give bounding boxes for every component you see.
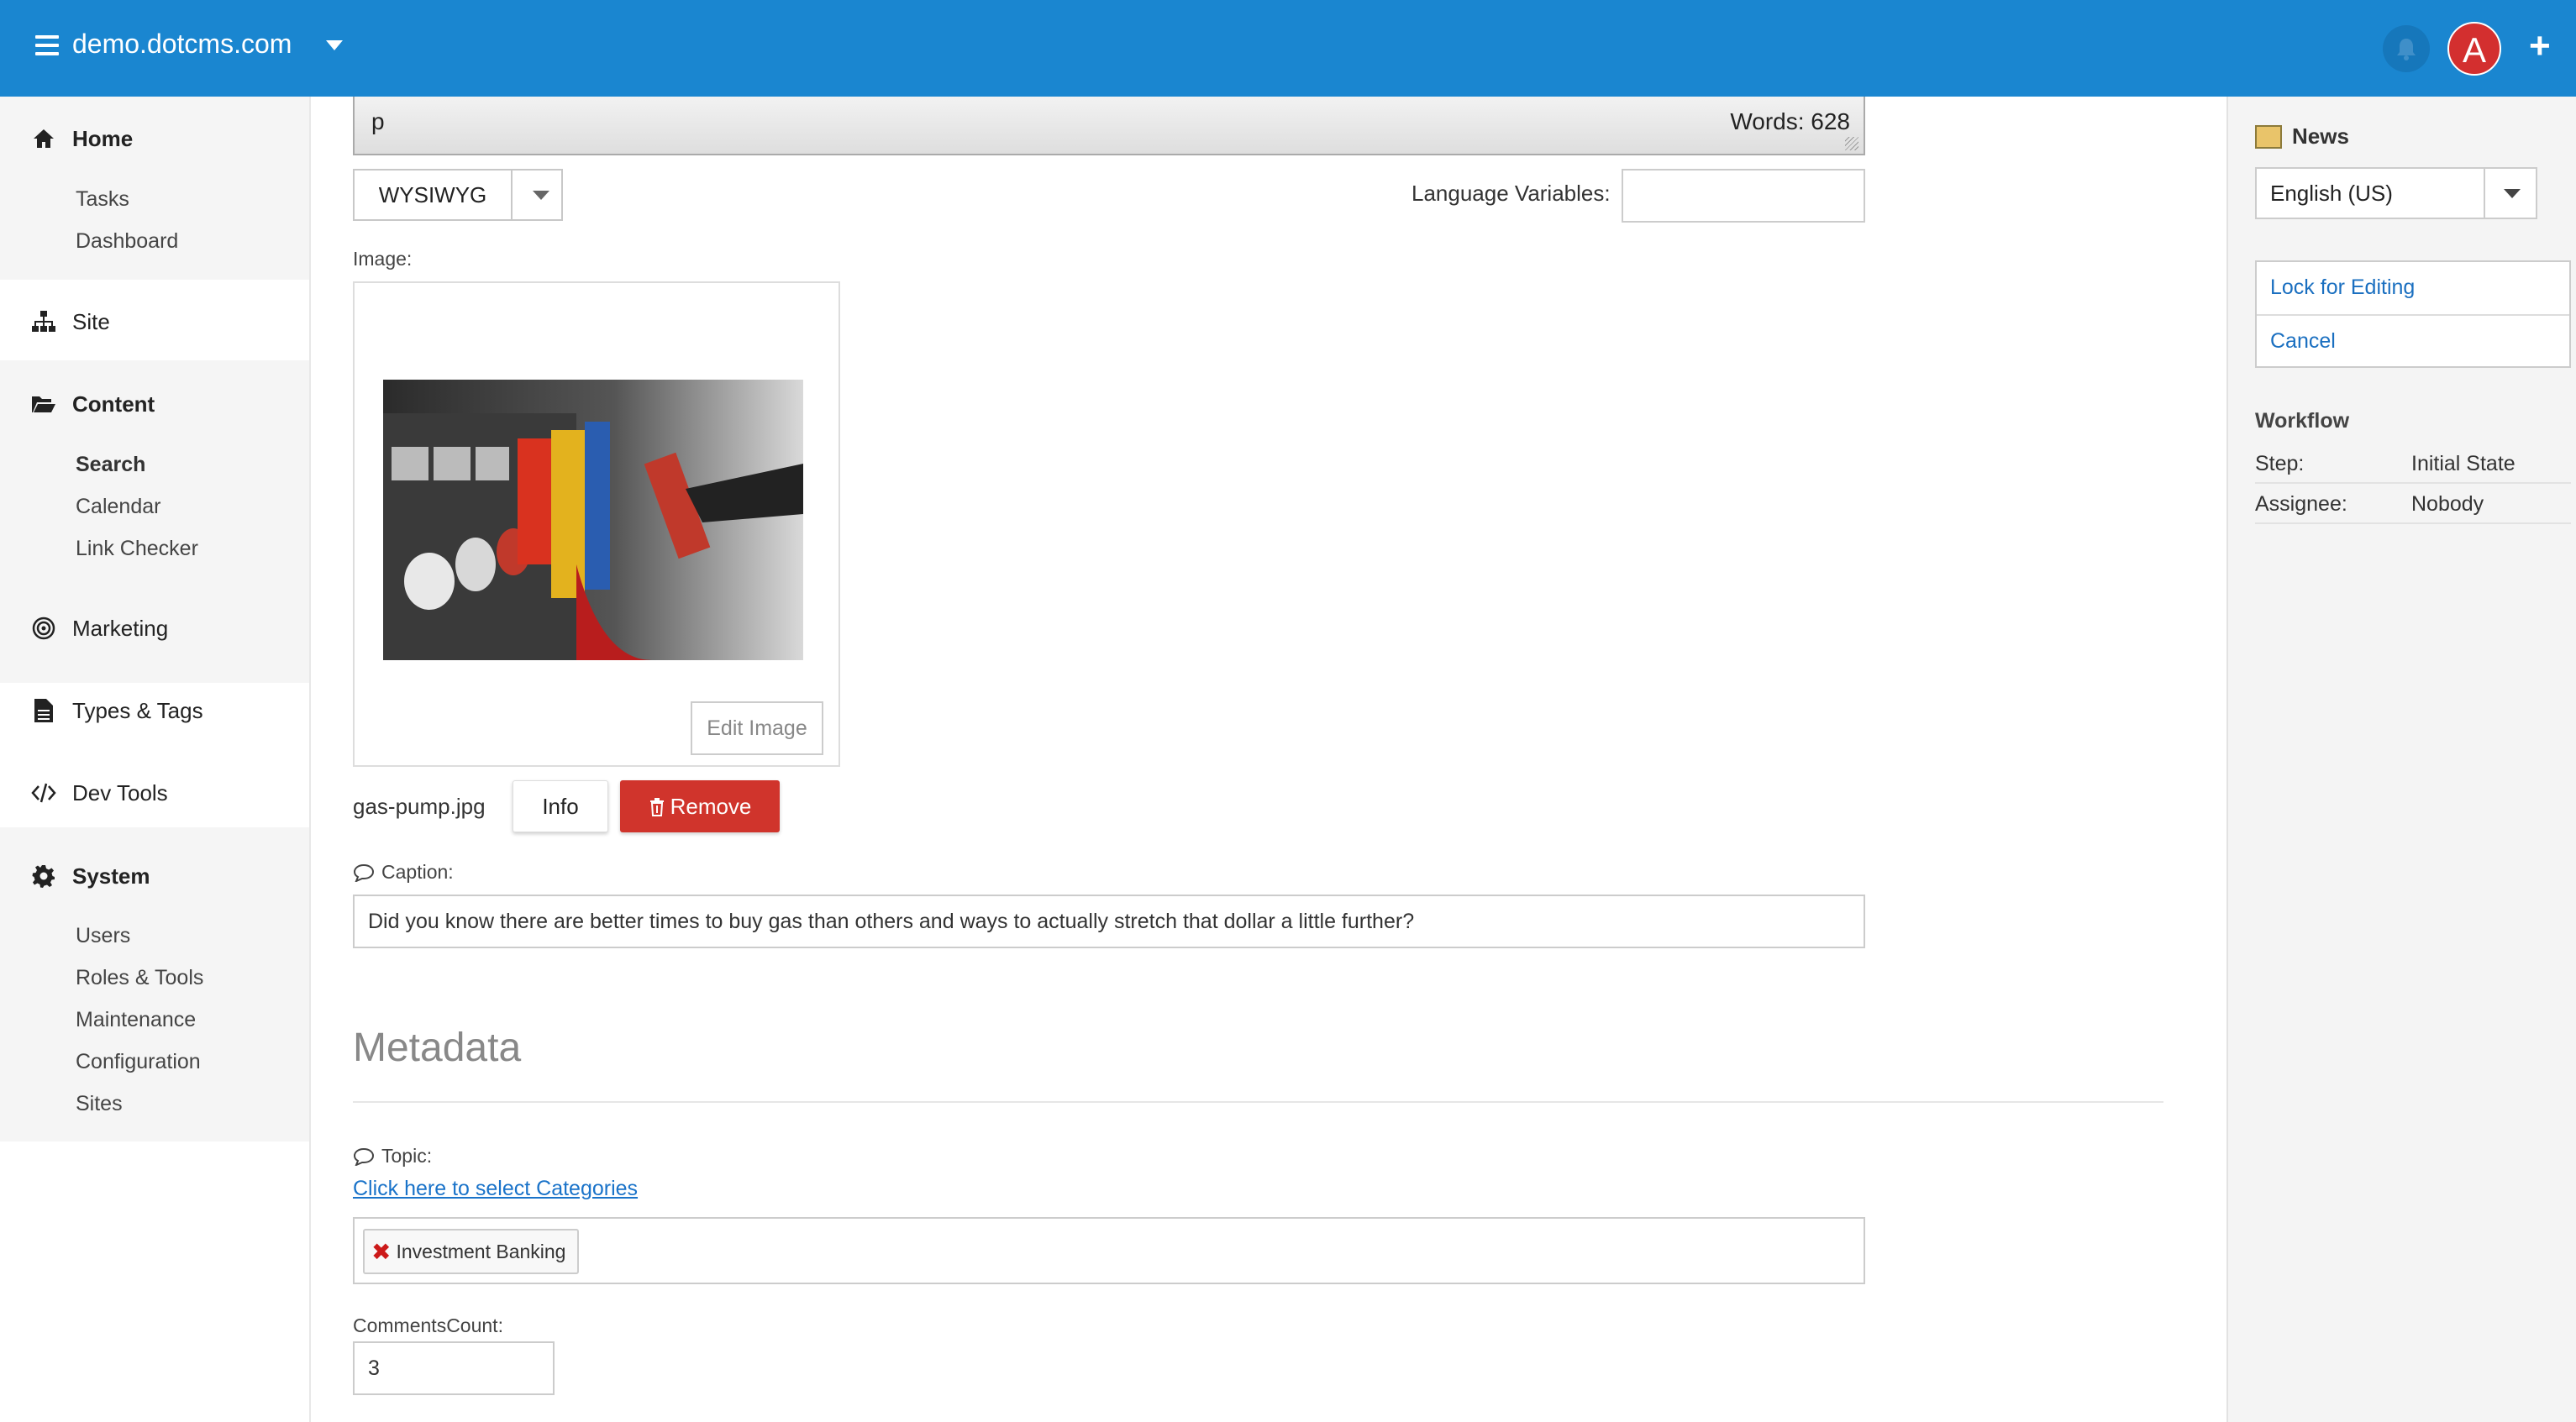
chevron-down-icon xyxy=(533,191,549,200)
sidebar-item-label: Types & Tags xyxy=(72,697,203,723)
caption-label: Caption: xyxy=(353,861,454,884)
sidebar-item-dev-tools[interactable]: Dev Tools xyxy=(30,779,168,806)
sidebar-item-label: System xyxy=(72,863,150,889)
sidebar-item-label: Dev Tools xyxy=(72,779,168,805)
sidebar-item-dashboard[interactable]: Dashboard xyxy=(76,229,178,254)
category-tag: ✖ Investment Banking xyxy=(363,1229,580,1274)
language-variables-label: Language Variables: xyxy=(1412,181,1611,206)
sidebar-item-label: Home xyxy=(72,125,134,151)
sidebar-item-content[interactable]: Content xyxy=(30,391,155,417)
image-thumbnail xyxy=(383,380,803,660)
info-button[interactable]: Info xyxy=(513,780,608,832)
workflow-title: Workflow xyxy=(2255,409,2350,433)
sidebar-item-tasks[interactable]: Tasks xyxy=(76,187,129,212)
sidebar-item-maintenance[interactable]: Maintenance xyxy=(76,1008,196,1032)
image-filename: gas-pump.jpg xyxy=(353,794,486,819)
menu-icon[interactable] xyxy=(35,35,59,59)
top-bar: demo.dotcms.com A + xyxy=(0,0,2576,97)
remove-label: Remove xyxy=(670,794,752,819)
sidebar-item-label: Site xyxy=(72,308,110,334)
edit-image-button[interactable]: Edit Image xyxy=(691,701,823,755)
folder-open-icon xyxy=(30,391,57,417)
sidebar-item-marketing[interactable]: Marketing xyxy=(30,615,168,642)
workflow-assignee-row: Assignee: Nobody xyxy=(2255,484,2571,524)
bell-icon xyxy=(2397,39,2416,60)
word-count: Words: 628 xyxy=(1730,108,1850,134)
chevron-down-icon[interactable] xyxy=(326,40,343,50)
image-preview-box: Edit Image xyxy=(353,281,840,767)
comments-count-input[interactable]: 3 xyxy=(353,1341,555,1395)
language-value: English (US) xyxy=(2270,181,2393,206)
cancel-link[interactable]: Cancel xyxy=(2270,329,2336,354)
section-divider xyxy=(353,1101,2163,1103)
home-icon xyxy=(30,125,57,152)
sidebar-group-home: Home Tasks Dashboard xyxy=(0,97,309,280)
editor-status-bar: p Words: 628 xyxy=(353,97,1865,155)
caption-input[interactable]: Did you know there are better times to b… xyxy=(353,895,1865,948)
notifications-button[interactable] xyxy=(2383,25,2430,72)
chevron-down-icon xyxy=(2504,189,2521,198)
document-icon xyxy=(30,697,57,724)
sitemap-icon xyxy=(30,308,57,335)
lock-for-editing-link[interactable]: Lock for Editing xyxy=(2270,275,2415,300)
comments-count-label: CommentsCount: xyxy=(353,1314,503,1336)
sidebar-item-sites[interactable]: Sites xyxy=(76,1092,123,1116)
comments-count-value: 3 xyxy=(368,1356,380,1380)
news-icon xyxy=(2255,124,2282,149)
language-variables-input[interactable] xyxy=(1622,169,1865,223)
editor-path[interactable]: p xyxy=(371,108,385,135)
user-avatar[interactable]: A xyxy=(2447,22,2501,76)
sidebar-item-system[interactable]: System xyxy=(30,863,150,889)
target-icon xyxy=(30,615,57,642)
editor-mode-select[interactable]: WYSIWYG xyxy=(353,169,563,221)
remove-tag-icon[interactable]: ✖ xyxy=(371,1238,391,1266)
sidebar-item-calendar[interactable]: Calendar xyxy=(76,495,160,519)
caption-value: Did you know there are better times to b… xyxy=(368,909,1415,933)
add-icon[interactable]: + xyxy=(2529,25,2551,67)
category-tag-label: Investment Banking xyxy=(396,1240,566,1262)
editor-mode-value: WYSIWYG xyxy=(355,171,513,219)
select-categories-link[interactable]: Click here to select Categories xyxy=(353,1177,638,1201)
remove-button[interactable]: Remove xyxy=(620,780,780,832)
section-title-metadata: Metadata xyxy=(353,1026,522,1070)
comment-icon xyxy=(353,863,375,882)
sidebar-item-site[interactable]: Site xyxy=(30,308,110,335)
workflow-actions: Lock for Editing Cancel xyxy=(2255,260,2571,368)
image-label: Image: xyxy=(353,248,413,270)
sidebar-item-configuration[interactable]: Configuration xyxy=(76,1050,201,1074)
sidebar-item-search[interactable]: Search xyxy=(76,453,145,477)
gear-icon xyxy=(30,863,57,889)
code-icon xyxy=(30,779,57,806)
trash-icon xyxy=(649,798,664,816)
right-panel: News English (US) Lock for Editing Cance… xyxy=(2226,97,2576,1422)
content-editor: p Words: 628 WYSIWYG Language Variables:… xyxy=(311,97,2226,1422)
comment-icon xyxy=(353,1147,375,1166)
language-select[interactable]: English (US) xyxy=(2255,167,2537,219)
sidebar-group-system: System Users Roles & Tools Maintenance C… xyxy=(0,827,309,1141)
workflow-assignee-value: Nobody xyxy=(2411,492,2484,516)
resize-handle-icon[interactable] xyxy=(1845,137,1858,150)
sidebar-item-link-checker[interactable]: Link Checker xyxy=(76,537,198,561)
site-selector-label[interactable]: demo.dotcms.com xyxy=(72,29,292,60)
topic-label: Topic: xyxy=(353,1145,432,1168)
sidebar-item-roles-tools[interactable]: Roles & Tools xyxy=(76,966,203,990)
sidebar-item-users[interactable]: Users xyxy=(76,924,130,948)
sidebar-item-types-tags[interactable]: Types & Tags xyxy=(30,697,203,724)
workflow-step-value: Initial State xyxy=(2411,452,2516,475)
sidebar: Home Tasks Dashboard Site Content Search… xyxy=(0,97,311,1422)
sidebar-item-home[interactable]: Home xyxy=(30,125,133,152)
sidebar-item-label: Content xyxy=(72,391,155,417)
sidebar-item-label: Marketing xyxy=(72,615,169,641)
categories-box: ✖ Investment Banking xyxy=(353,1217,1865,1284)
content-type-title: News xyxy=(2255,123,2349,150)
workflow-step-row: Step: Initial State xyxy=(2255,443,2571,484)
